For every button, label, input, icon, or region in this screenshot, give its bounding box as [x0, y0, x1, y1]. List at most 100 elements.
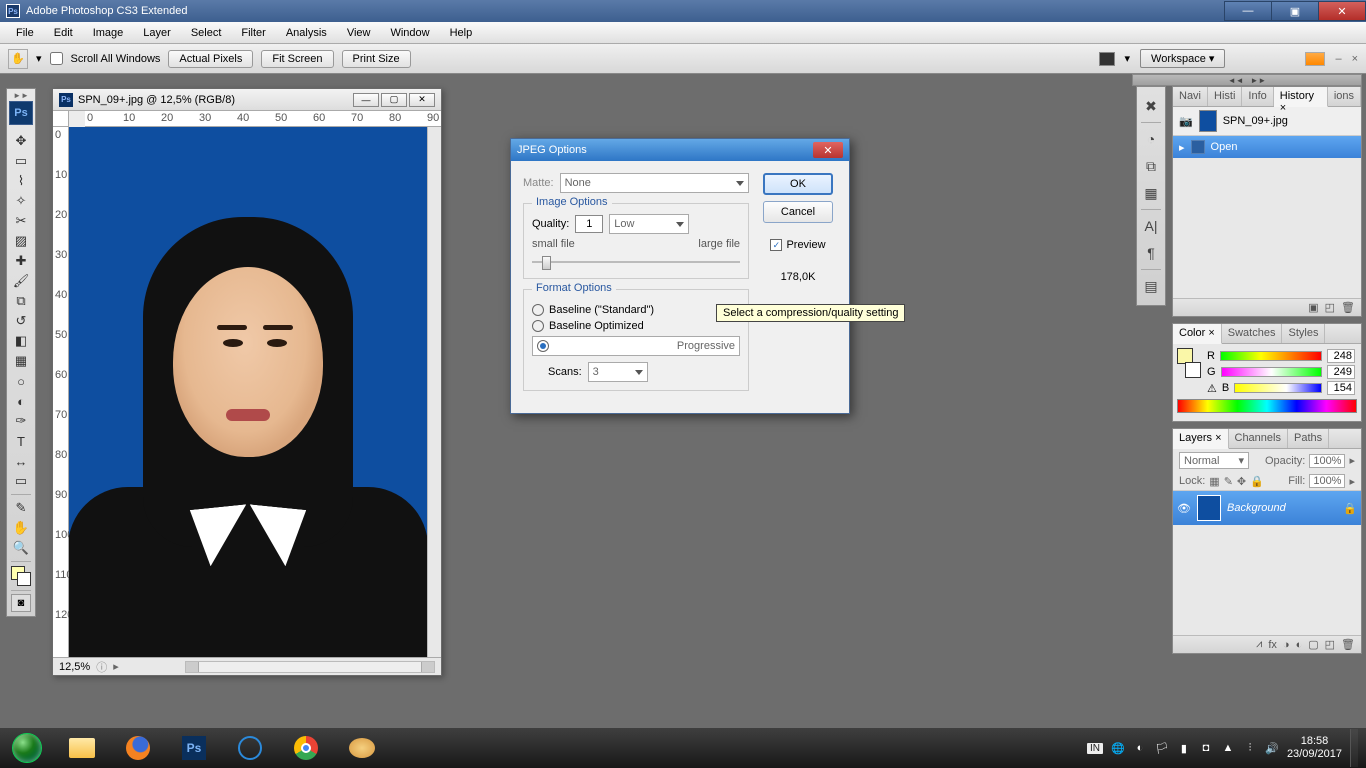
warn-icon[interactable]: ⚠ [1207, 382, 1217, 395]
tray-up-icon[interactable]: ▲ [1221, 741, 1235, 755]
stamp-tool-icon[interactable]: ⧉ [9, 291, 33, 311]
task-app1[interactable] [222, 729, 278, 767]
bridge-arrow-icon[interactable]: ▾ [1125, 52, 1131, 65]
clock[interactable]: 18:58 23/09/2017 [1287, 735, 1342, 761]
tray-icon-flag[interactable]: 🏳 [1155, 741, 1169, 755]
spectrum-ramp[interactable] [1177, 399, 1357, 413]
tab-channels[interactable]: Channels [1229, 429, 1288, 448]
menu-filter[interactable]: Filter [231, 24, 275, 42]
doc-hscroll[interactable] [185, 661, 435, 673]
history-brush-tool-icon[interactable]: ↺ [9, 311, 33, 331]
wand-tool-icon[interactable]: ✧ [9, 191, 33, 211]
zoom-display[interactable]: 12,5% [59, 661, 90, 673]
history-snapshot[interactable]: 📷 SPN_09+.jpg [1173, 107, 1361, 136]
slice-tool-icon[interactable]: ▨ [9, 231, 33, 251]
fill-input[interactable]: 100% [1309, 474, 1345, 488]
show-desktop-button[interactable] [1350, 729, 1358, 767]
tab-paths[interactable]: Paths [1288, 429, 1329, 448]
g-value[interactable]: 249 [1327, 365, 1355, 379]
quality-preset-dropdown[interactable]: Low [609, 214, 689, 234]
tray-icon-volume[interactable]: 🔊 [1265, 741, 1279, 755]
minimize-button[interactable]: — [1224, 1, 1272, 21]
lock-pixels-icon[interactable]: ▦ [1209, 475, 1219, 488]
b-slider[interactable] [1234, 383, 1322, 393]
visibility-icon[interactable]: 👁 [1177, 502, 1191, 514]
actual-pixels-button[interactable]: Actual Pixels [168, 50, 253, 68]
g-slider[interactable] [1221, 367, 1322, 377]
zoom-tool-icon[interactable]: 🔍 [9, 538, 33, 558]
panel-min-icon[interactable]: – [1335, 53, 1341, 65]
lock-all-icon[interactable]: 🔒 [1250, 475, 1264, 488]
quality-input[interactable] [575, 215, 603, 233]
trash-icon[interactable]: 🗑 [1341, 301, 1355, 314]
marquee-tool-icon[interactable]: ▭ [9, 151, 33, 171]
blend-mode-dropdown[interactable]: Normal▾ [1179, 452, 1249, 469]
menu-edit[interactable]: Edit [44, 24, 83, 42]
menu-image[interactable]: Image [83, 24, 134, 42]
mask-icon[interactable]: ◑ [1283, 639, 1290, 651]
link-icon[interactable]: ⩘ [1256, 638, 1262, 651]
image-canvas[interactable] [69, 127, 427, 657]
pen-tool-icon[interactable]: ✑ [9, 411, 33, 431]
task-chrome[interactable] [278, 729, 334, 767]
scroll-all-checkbox[interactable] [50, 52, 63, 65]
doc-vscroll[interactable] [427, 127, 441, 657]
tab-navigator[interactable]: Navi [1173, 87, 1208, 106]
task-explorer[interactable] [54, 729, 110, 767]
layercomps-icon[interactable]: ▤ [1139, 274, 1163, 298]
tools-icon[interactable]: ✖ [1139, 94, 1163, 118]
tray-icon-network[interactable]: ⫶ [1243, 741, 1257, 755]
workspace-dropdown[interactable]: Workspace ▾ [1140, 49, 1225, 68]
r-slider[interactable] [1220, 351, 1322, 361]
dodge-tool-icon[interactable]: ◐ [9, 391, 33, 411]
type-tool-icon[interactable]: T [9, 431, 33, 451]
tab-swatches[interactable]: Swatches [1222, 324, 1283, 343]
vertical-ruler[interactable]: 0102030405060708090100110120 [53, 127, 69, 657]
quickmask-icon[interactable]: ◙ [11, 594, 31, 612]
menu-help[interactable]: Help [440, 24, 483, 42]
matte-dropdown[interactable]: None [560, 173, 749, 193]
preview-checkbox[interactable]: ✓ [770, 239, 782, 251]
presets-icon[interactable]: ▦ [1139, 181, 1163, 205]
bg-swatch[interactable] [1185, 362, 1201, 378]
maximize-button[interactable]: ▣ [1271, 1, 1319, 21]
dialog-titlebar[interactable]: JPEG Options ✕ [511, 139, 849, 161]
progressive-radio[interactable]: Progressive [532, 336, 740, 356]
fill-arrow-icon[interactable]: ▸ [1349, 475, 1355, 488]
doc-min-button[interactable]: — [353, 93, 379, 107]
baseline-optimized-radio[interactable]: Baseline Optimized [532, 320, 740, 332]
menu-file[interactable]: File [6, 24, 44, 42]
tab-styles[interactable]: Styles [1282, 324, 1325, 343]
gradient-tool-icon[interactable]: ▦ [9, 351, 33, 371]
document-titlebar[interactable]: Ps SPN_09+.jpg @ 12,5% (RGB/8) — ▢ ✕ [53, 89, 441, 111]
menu-view[interactable]: View [337, 24, 381, 42]
fit-screen-button[interactable]: Fit Screen [261, 50, 333, 68]
cancel-button[interactable]: Cancel [763, 201, 833, 223]
clone-icon[interactable]: ⧉ [1139, 154, 1163, 178]
adjustment-icon[interactable]: ◐ [1296, 639, 1303, 651]
opacity-arrow-icon[interactable]: ▸ [1349, 454, 1355, 467]
path-tool-icon[interactable]: ↔ [9, 451, 33, 471]
group-icon[interactable]: ▢ [1308, 638, 1318, 651]
toolbox-arrows-icon[interactable]: ►► [9, 91, 33, 100]
doc-close-button[interactable]: ✕ [409, 93, 435, 107]
new-snapshot-icon[interactable]: ◰ [1325, 301, 1335, 314]
status-arrow-icon[interactable]: ▸ [113, 660, 119, 673]
dropdown-arrow-icon[interactable]: ▾ [36, 52, 42, 65]
crop-tool-icon[interactable]: ✂ [9, 211, 33, 231]
hand-tool-icon[interactable]: ✋ [8, 49, 28, 69]
panel-collapse-bar[interactable]: ◄◄ ►► [1132, 74, 1362, 86]
fx-icon[interactable]: fx [1268, 639, 1277, 651]
tab-history[interactable]: History × [1274, 87, 1328, 107]
task-firefox[interactable] [110, 729, 166, 767]
layer-background[interactable]: 👁 Background 🔒 [1173, 491, 1361, 525]
shape-tool-icon[interactable]: ▭ [9, 471, 33, 491]
b-value[interactable]: 154 [1327, 381, 1355, 395]
menu-select[interactable]: Select [181, 24, 232, 42]
tab-actions[interactable]: ions [1328, 87, 1361, 106]
tab-histogram[interactable]: Histi [1208, 87, 1242, 106]
blur-tool-icon[interactable]: ○ [9, 371, 33, 391]
r-value[interactable]: 248 [1327, 349, 1355, 363]
doc-max-button[interactable]: ▢ [381, 93, 407, 107]
doc-state-icon[interactable]: ▣ [1308, 301, 1318, 314]
